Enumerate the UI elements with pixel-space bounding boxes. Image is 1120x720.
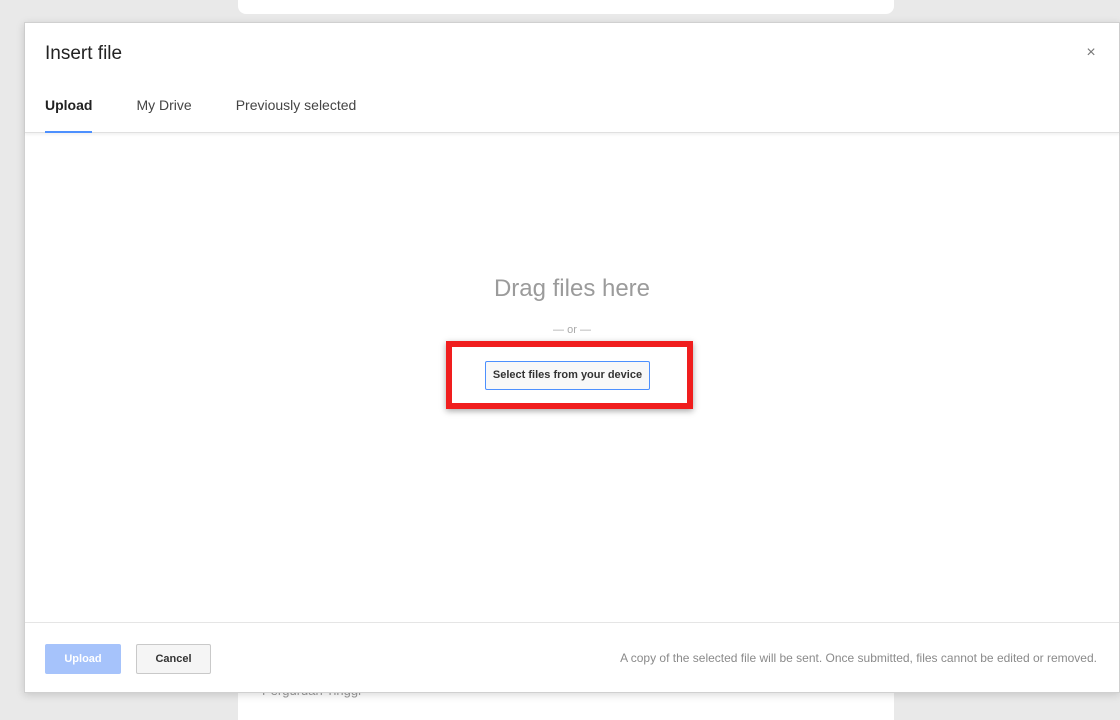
tab-bar: Upload My Drive Previously selected (45, 95, 400, 133)
background-card (238, 0, 894, 14)
tab-my-drive[interactable]: My Drive (136, 95, 191, 133)
cancel-button[interactable]: Cancel (136, 644, 211, 674)
upload-button[interactable]: Upload (45, 644, 121, 674)
dialog-footer: Upload Cancel A copy of the selected fil… (25, 622, 1119, 692)
dialog-header: Insert file × Upload My Drive Previously… (25, 23, 1119, 133)
dialog-title: Insert file (45, 43, 123, 64)
tab-previously-selected[interactable]: Previously selected (236, 95, 357, 133)
drop-zone[interactable]: Drag files here — or — Select files from… (25, 134, 1119, 622)
drag-files-heading: Drag files here (493, 275, 651, 302)
close-icon[interactable]: × (1081, 43, 1101, 63)
insert-file-dialog: Insert file × Upload My Drive Previously… (24, 22, 1120, 693)
select-files-button[interactable]: Select files from your device (485, 361, 650, 390)
footer-note: A copy of the selected file will be sent… (620, 651, 1097, 665)
or-separator: — or — (553, 324, 591, 336)
tab-upload[interactable]: Upload (45, 95, 93, 133)
